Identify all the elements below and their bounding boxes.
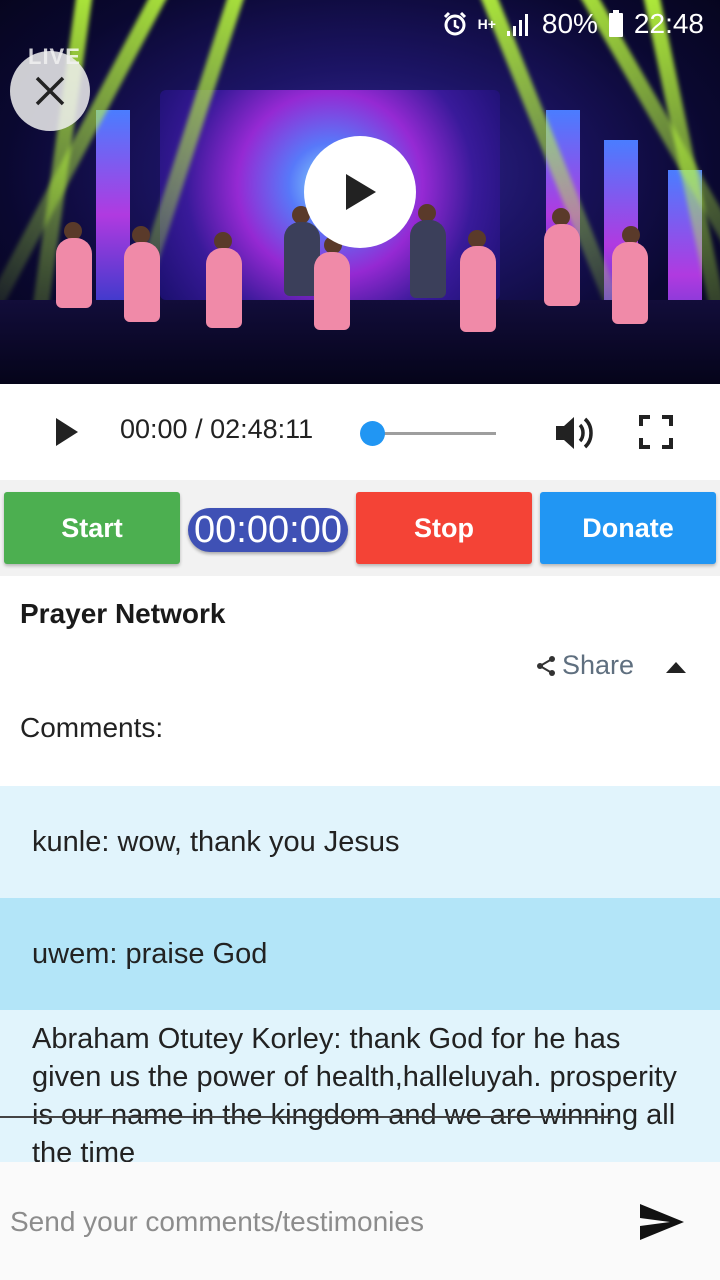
- video-player[interactable]: H+ 80% 22:48 LIVE: [0, 0, 720, 384]
- comment-item: Abraham Otutey Korley: thank God for he …: [0, 1010, 720, 1162]
- status-bar: H+ 80% 22:48: [442, 6, 704, 42]
- share-icon: [537, 655, 555, 676]
- performer: [314, 252, 350, 330]
- volume-icon[interactable]: [554, 413, 596, 453]
- battery-percent: 80%: [541, 8, 598, 39]
- performer: [206, 248, 242, 328]
- action-row: Start 00:00:00 Stop Donate: [0, 480, 720, 576]
- time-display: 00:00 / 02:48:11: [120, 414, 314, 444]
- network-type: H+: [477, 16, 496, 32]
- stream-title: Prayer Network: [20, 598, 226, 629]
- performer: [410, 220, 446, 298]
- clock: 22:48: [633, 8, 704, 39]
- comments-list[interactable]: kunle: wow, thank you Jesus uwem: praise…: [0, 786, 720, 1162]
- performer: [460, 246, 496, 332]
- comment-input[interactable]: [10, 1198, 610, 1246]
- send-icon[interactable]: [638, 1202, 686, 1242]
- center-play-button[interactable]: [304, 136, 416, 248]
- comment-text: kunle: wow, thank you Jesus: [32, 826, 400, 858]
- comment-item: kunle: wow, thank you Jesus: [0, 786, 720, 898]
- comment-item: uwem: praise God: [0, 898, 720, 1010]
- comment-text: uwem: praise God: [32, 938, 268, 970]
- chevron-up-icon[interactable]: [664, 660, 688, 674]
- play-icon: [346, 174, 376, 210]
- performer: [124, 242, 160, 322]
- close-button[interactable]: [10, 51, 90, 131]
- comments-heading: Comments:: [20, 712, 164, 743]
- battery-icon: [608, 10, 623, 37]
- share-button[interactable]: Share: [536, 650, 634, 681]
- start-button[interactable]: Start: [4, 492, 180, 564]
- share-label: Share: [562, 650, 635, 680]
- donate-button[interactable]: Donate: [540, 492, 716, 564]
- signal-icon: [506, 14, 528, 36]
- stop-button[interactable]: Stop: [356, 492, 532, 564]
- play-icon[interactable]: [48, 414, 84, 450]
- app-root: H+ 80% 22:48 LIVE: [0, 0, 720, 1280]
- close-icon: [35, 76, 65, 106]
- input-underline: [0, 1116, 614, 1118]
- seek-bar[interactable]: [372, 432, 496, 435]
- player-controls: 00:00 / 02:48:11: [0, 384, 720, 480]
- performer: [612, 242, 648, 324]
- performer: [56, 238, 92, 308]
- seek-handle[interactable]: [360, 421, 385, 446]
- timer-display: 00:00:00: [188, 508, 348, 552]
- comment-input-bar: [0, 1162, 720, 1280]
- alarm-icon: [443, 11, 466, 36]
- comment-text: Abraham Otutey Korley: thank God for he …: [32, 1023, 677, 1162]
- fullscreen-icon[interactable]: [638, 414, 674, 450]
- performer: [544, 224, 580, 306]
